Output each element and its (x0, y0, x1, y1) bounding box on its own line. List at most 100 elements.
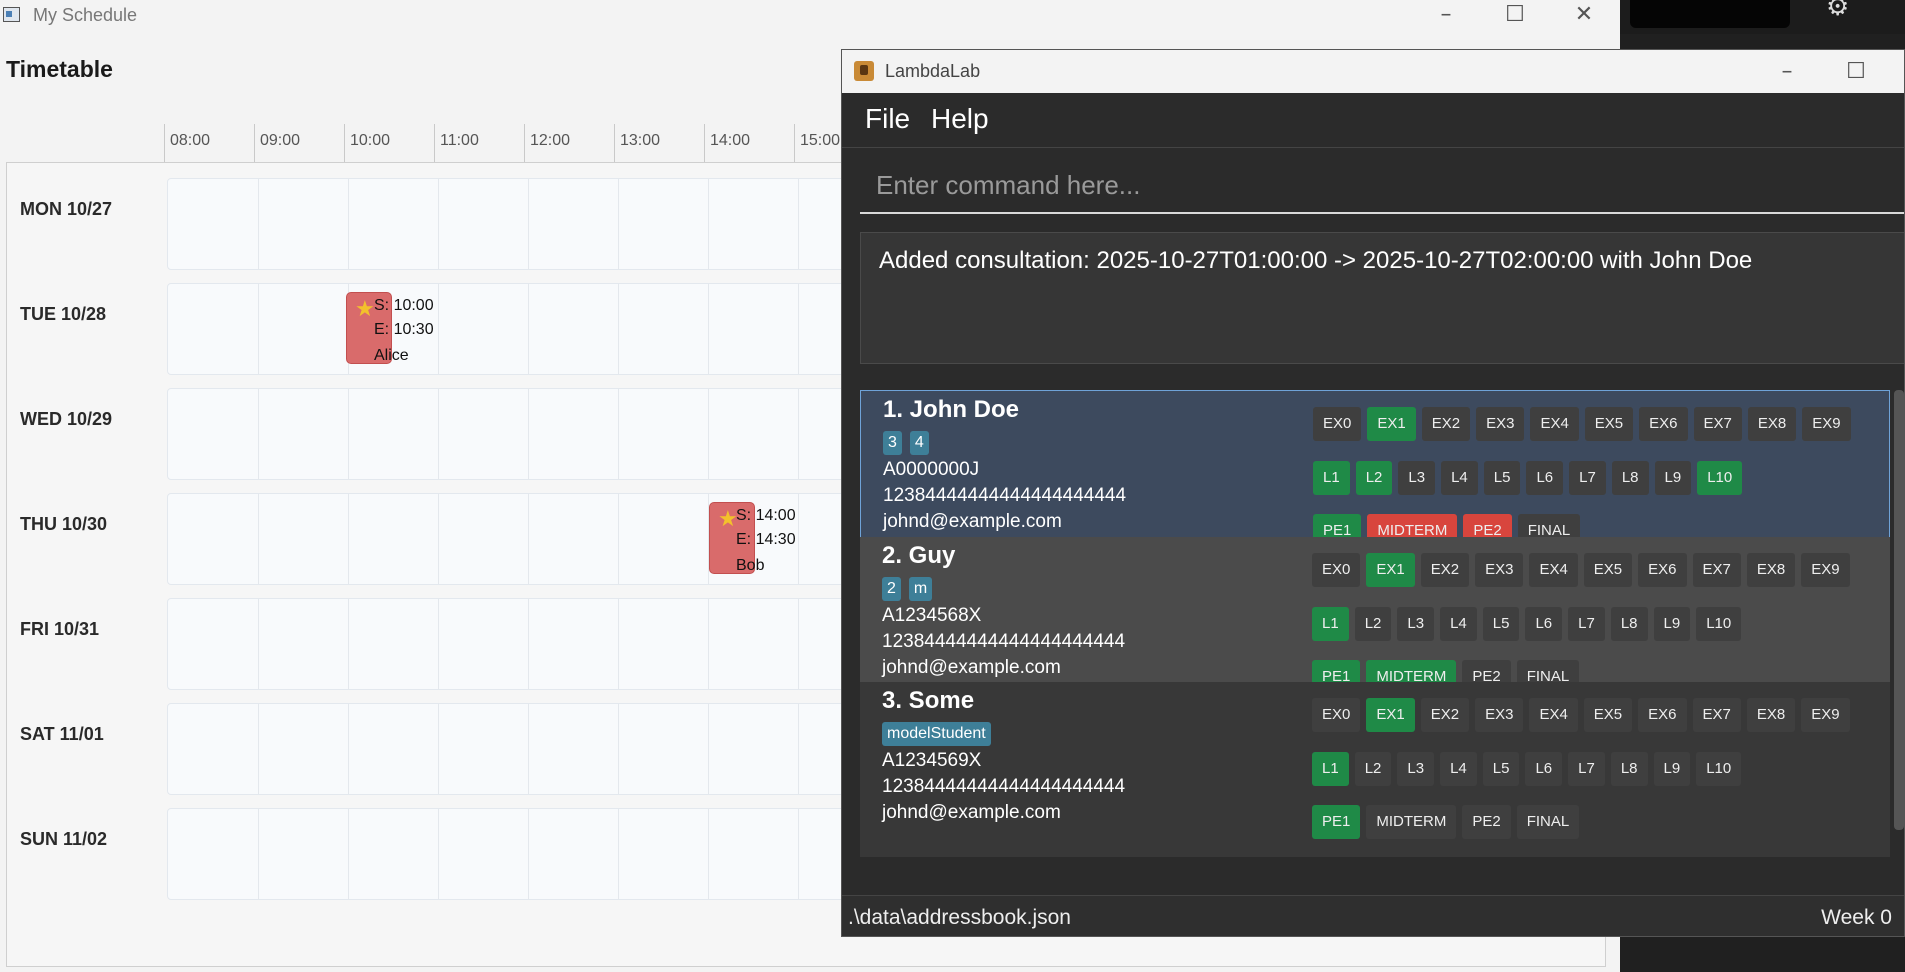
tag-badge: 3 (883, 431, 902, 455)
event-name: Bob (736, 557, 765, 574)
student-card[interactable]: 3. Some modelStudent A1234569X 123844444444… (860, 682, 1890, 857)
lab-status-button[interactable]: L9 (1653, 607, 1691, 641)
exercise-status-button[interactable]: EX2 (1420, 553, 1470, 587)
tag-list: 2m (882, 577, 940, 601)
exercise-status-button[interactable]: EX2 (1420, 698, 1470, 732)
minimize-icon[interactable]: – (1752, 50, 1822, 93)
exercise-status-button[interactable]: EX1 (1366, 553, 1415, 587)
exercise-status-button[interactable]: EX6 (1638, 698, 1687, 732)
lab-status-button[interactable]: L1 (1312, 607, 1349, 641)
lab-status-button[interactable]: L8 (1611, 461, 1649, 495)
lab-status-button[interactable]: L1 (1313, 461, 1350, 495)
lab-status-button[interactable]: L1 (1312, 752, 1349, 786)
command-input[interactable] (860, 160, 1904, 210)
exercise-status-button[interactable]: EX9 (1801, 553, 1850, 587)
exercise-status-button[interactable]: EX2 (1421, 407, 1471, 441)
lab-status-button[interactable]: L8 (1610, 752, 1648, 786)
exercise-status-button[interactable]: EX8 (1746, 698, 1796, 732)
exercise-status-button[interactable]: EX4 (1530, 407, 1579, 441)
lab-status-button[interactable]: L10 (1696, 607, 1742, 641)
hour-gridline (708, 179, 709, 269)
gear-icon[interactable]: ⚙ (1826, 0, 1849, 22)
hour-label: 09:00 (254, 124, 344, 162)
lab-status-button[interactable]: L3 (1397, 752, 1435, 786)
exercise-status-button[interactable]: EX8 (1747, 407, 1797, 441)
event-end: E: 14:30 (736, 531, 796, 548)
close-icon[interactable]: ✕ (1549, 0, 1619, 30)
lab-status-button[interactable]: L3 (1398, 461, 1436, 495)
lab-status-button[interactable]: L6 (1525, 607, 1563, 641)
exam-status-button[interactable]: PE1 (1312, 805, 1361, 839)
lab-status-button[interactable]: L10 (1696, 752, 1742, 786)
hour-gridline (348, 704, 349, 794)
student-name: 2. Guy (882, 542, 956, 569)
exercise-status-button[interactable]: EX8 (1746, 553, 1796, 587)
exercise-status-button[interactable]: EX6 (1638, 553, 1687, 587)
exercise-status-button[interactable]: EX1 (1367, 407, 1416, 441)
exercise-status-button[interactable]: EX3 (1475, 698, 1524, 732)
exercise-status-button[interactable]: EX3 (1475, 553, 1524, 587)
exercise-status-button[interactable]: EX9 (1801, 698, 1850, 732)
exercise-status-button[interactable]: EX7 (1693, 407, 1742, 441)
exercise-status-button[interactable]: EX5 (1584, 407, 1634, 441)
lab-status-button[interactable]: L4 (1441, 461, 1478, 495)
hour-gridline (618, 809, 619, 899)
lab-status-button[interactable]: L9 (1654, 461, 1692, 495)
hour-gridline (798, 494, 799, 584)
lab-status-button[interactable]: L7 (1568, 607, 1605, 641)
exercise-status-button[interactable]: EX6 (1639, 407, 1688, 441)
exercise-status-button[interactable]: EX7 (1692, 698, 1741, 732)
exam-status-button[interactable]: PE2 (1462, 805, 1511, 839)
schedule-titlebar: My Schedule – ☐ ✕ (0, 0, 1620, 30)
menu-help[interactable]: Help (931, 103, 989, 135)
exercise-status-button[interactable]: EX5 (1583, 698, 1633, 732)
lab-status-button[interactable]: L6 (1525, 752, 1563, 786)
lab-status-button[interactable]: L2 (1355, 461, 1393, 495)
lab-status-button[interactable]: L3 (1397, 607, 1435, 641)
day-label: SUN 11/02 (20, 829, 108, 849)
exercise-status-button[interactable]: EX0 (1312, 698, 1361, 732)
lab-status-button[interactable]: L10 (1697, 461, 1743, 495)
exam-status-button[interactable]: MIDTERM (1366, 805, 1457, 839)
exercise-status-button[interactable]: EX4 (1529, 553, 1578, 587)
lab-status-button[interactable]: L5 (1482, 752, 1520, 786)
hour-gridline (438, 179, 439, 269)
lab-status-button[interactable]: L7 (1568, 752, 1605, 786)
student-list[interactable]: 1. John Doe 3 4 A0000000J 123844444444444444… (860, 390, 1904, 878)
exercise-status-button[interactable]: EX5 (1583, 553, 1633, 587)
maximize-icon[interactable]: ☐ (1480, 0, 1550, 30)
exercise-status-button[interactable]: EX0 (1312, 553, 1361, 587)
lab-status-button[interactable]: L9 (1653, 752, 1691, 786)
hour-gridline (618, 704, 619, 794)
hour-label: 11:00 (434, 124, 524, 162)
exercises-row: EX0 EX1 EX2 EX3 EX4 EX5 EX6 EX7 EX8 EX9 (1312, 698, 1856, 732)
exercise-status-button[interactable]: EX4 (1529, 698, 1578, 732)
close-icon[interactable]: ✕ (1882, 50, 1904, 93)
hour-gridline (438, 389, 439, 479)
lab-status-button[interactable]: L8 (1610, 607, 1648, 641)
lab-status-button[interactable]: L4 (1440, 752, 1477, 786)
lab-status-button[interactable]: L5 (1482, 607, 1520, 641)
hour-gridline (798, 599, 799, 689)
exercise-status-button[interactable]: EX7 (1692, 553, 1741, 587)
list-scrollbar[interactable] (1894, 390, 1904, 830)
minimize-icon[interactable]: – (1411, 0, 1481, 30)
lab-status-button[interactable]: L5 (1483, 461, 1521, 495)
exercise-status-button[interactable]: EX0 (1313, 407, 1362, 441)
lab-status-button[interactable]: L6 (1526, 461, 1564, 495)
menu-file[interactable]: File (865, 103, 910, 135)
student-email: johnd@example.com (882, 657, 1061, 678)
lab-status-button[interactable]: L2 (1354, 607, 1392, 641)
lab-status-button[interactable]: L4 (1440, 607, 1477, 641)
hour-gridline (708, 389, 709, 479)
tag-badge: m (908, 577, 933, 601)
lab-status-button[interactable]: L7 (1569, 461, 1606, 495)
exercise-status-button[interactable]: EX9 (1802, 407, 1851, 441)
hour-gridline (708, 284, 709, 374)
exercise-status-button[interactable]: EX1 (1366, 698, 1415, 732)
tag-badge: 2 (882, 577, 901, 601)
exercise-status-button[interactable]: EX3 (1476, 407, 1525, 441)
exam-status-button[interactable]: FINAL (1516, 805, 1580, 839)
lab-status-button[interactable]: L2 (1354, 752, 1392, 786)
maximize-icon[interactable]: ☐ (1821, 50, 1891, 93)
